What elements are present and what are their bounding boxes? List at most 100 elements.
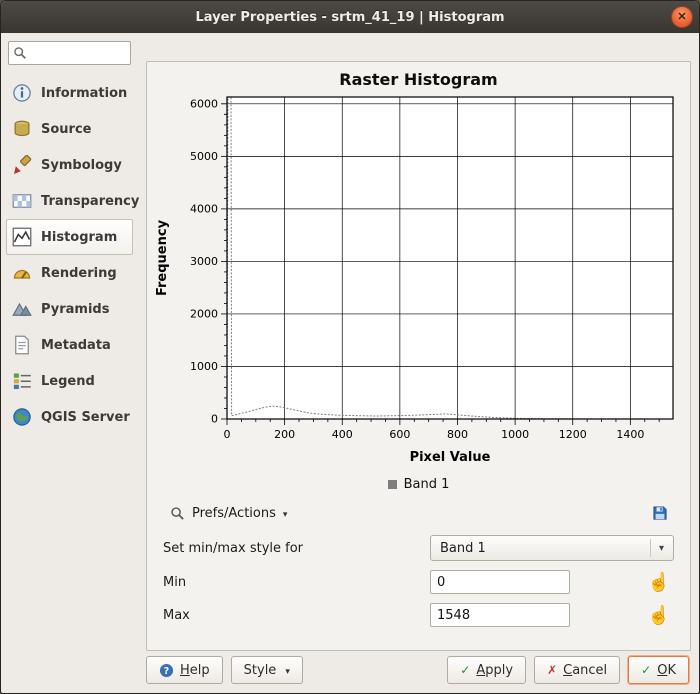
- max-field-group: ☝: [430, 603, 674, 627]
- sidebar: Information Source Symbology Transparenc…: [1, 33, 138, 693]
- sidebar-item-label: Information: [41, 86, 127, 101]
- search-icon: [13, 46, 27, 60]
- sidebar-item-label: Metadata: [41, 338, 111, 353]
- min-row: Min ☝: [163, 570, 674, 594]
- legend-icon: [11, 370, 33, 392]
- search-prefs-icon: [170, 506, 185, 521]
- sidebar-nav: Information Source Symbology Transparenc…: [6, 75, 133, 435]
- main-area: Raster Histogram 0 200 400 600 800 1000 1200 14…: [138, 33, 699, 693]
- band1-legend-label: Band 1: [404, 477, 450, 492]
- sidebar-item-label: QGIS Server: [41, 410, 130, 425]
- chevron-down-icon: ▾: [283, 510, 288, 520]
- style-button[interactable]: Style ▾: [231, 656, 303, 684]
- band-select-value: Band 1: [440, 541, 486, 556]
- histogram-icon: [11, 226, 33, 248]
- style-label: Style: [244, 663, 277, 678]
- sidebar-item-symbology[interactable]: Symbology: [6, 147, 133, 183]
- sidebar-item-qgis-server[interactable]: QGIS Server: [6, 399, 133, 435]
- svg-text:400: 400: [331, 428, 352, 441]
- sidebar-item-label: Transparency: [41, 194, 139, 209]
- symbology-icon: [11, 154, 33, 176]
- chevron-down-icon: ▾: [650, 539, 672, 557]
- apply-label: Apply: [476, 663, 513, 678]
- sidebar-item-label: Histogram: [41, 230, 117, 245]
- save-plot-button[interactable]: [646, 500, 674, 526]
- transparency-icon: [11, 190, 33, 212]
- svg-text:1200: 1200: [558, 428, 586, 441]
- sidebar-item-pyramids[interactable]: Pyramids: [6, 291, 133, 327]
- sidebar-item-histogram[interactable]: Histogram: [6, 219, 133, 255]
- svg-text:Frequency: Frequency: [155, 219, 170, 296]
- svg-text:600: 600: [389, 428, 410, 441]
- save-icon: [653, 504, 667, 522]
- set-minmax-row: Set min/max style for Band 1 ▾: [163, 535, 674, 561]
- rendering-icon: [11, 262, 33, 284]
- sidebar-item-label: Pyramids: [41, 302, 109, 317]
- pick-max-hand-icon[interactable]: ☝: [644, 606, 674, 624]
- sidebar-item-label: Source: [41, 122, 91, 137]
- info-icon: [11, 82, 33, 104]
- help-label: Help: [180, 663, 210, 678]
- svg-text:5000: 5000: [190, 150, 218, 163]
- svg-text:6000: 6000: [190, 97, 218, 110]
- svg-text:0: 0: [223, 428, 230, 441]
- check-icon: ✓: [460, 663, 470, 677]
- check-icon: ✓: [641, 663, 651, 677]
- band1-legend-swatch: [388, 480, 397, 489]
- svg-text:200: 200: [274, 428, 295, 441]
- source-icon: [11, 118, 33, 140]
- chart-title: Raster Histogram: [147, 70, 690, 89]
- band-select[interactable]: Band 1 ▾: [430, 535, 674, 561]
- sidebar-item-label: Legend: [41, 374, 95, 389]
- histogram-controls: Prefs/Actions ▾ Set min/max style for Ba…: [147, 498, 690, 635]
- set-minmax-label: Set min/max style for: [163, 541, 430, 556]
- svg-text:Pixel Value: Pixel Value: [409, 450, 490, 465]
- cancel-label: Cancel: [563, 663, 607, 678]
- sidebar-item-source[interactable]: Source: [6, 111, 133, 147]
- svg-text:1400: 1400: [616, 428, 644, 441]
- min-field-group: ☝: [430, 570, 674, 594]
- dialog-button-bar: ? Help Style ▾ ✓ Apply ✗ Cancel ✓: [146, 651, 691, 689]
- cross-icon: ✗: [547, 663, 557, 677]
- svg-text:1000: 1000: [190, 360, 218, 373]
- svg-text:1000: 1000: [501, 428, 529, 441]
- chart-legend: Band 1: [147, 477, 690, 492]
- svg-text:800: 800: [446, 428, 467, 441]
- svg-text:2000: 2000: [190, 307, 218, 320]
- metadata-icon: [11, 334, 33, 356]
- cancel-button[interactable]: ✗ Cancel: [534, 656, 620, 684]
- qgis-server-icon: [11, 406, 33, 428]
- window-title: Layer Properties - srtm_41_19 | Histogra…: [1, 10, 699, 25]
- chevron-down-icon: ▾: [285, 667, 290, 677]
- sidebar-item-information[interactable]: Information: [6, 75, 133, 111]
- max-input[interactable]: [430, 603, 570, 627]
- layer-properties-dialog: Layer Properties - srtm_41_19 | Histogra…: [0, 0, 700, 694]
- max-row: Max ☝: [163, 603, 674, 627]
- dialog-body: Information Source Symbology Transparenc…: [1, 33, 699, 693]
- sidebar-item-label: Rendering: [41, 266, 117, 281]
- prefs-row: Prefs/Actions ▾: [163, 500, 674, 526]
- prefs-actions-label: Prefs/Actions: [192, 506, 276, 521]
- ok-label: OK: [657, 663, 676, 678]
- sidebar-item-metadata[interactable]: Metadata: [6, 327, 133, 363]
- min-input[interactable]: [430, 570, 570, 594]
- close-button[interactable]: ✕: [671, 6, 693, 28]
- help-button[interactable]: ? Help: [146, 656, 223, 684]
- apply-button[interactable]: ✓ Apply: [447, 656, 526, 684]
- pyramids-icon: [11, 298, 33, 320]
- max-label: Max: [163, 608, 430, 623]
- sidebar-item-legend[interactable]: Legend: [6, 363, 133, 399]
- svg-text:?: ?: [164, 665, 169, 676]
- pick-min-hand-icon[interactable]: ☝: [644, 573, 674, 591]
- titlebar[interactable]: Layer Properties - srtm_41_19 | Histogra…: [1, 1, 699, 33]
- svg-text:3000: 3000: [190, 255, 218, 268]
- prefs-actions-button[interactable]: Prefs/Actions ▾: [163, 500, 294, 526]
- histogram-chart[interactable]: 0200400600800100012001400010002000300040…: [151, 89, 687, 477]
- sidebar-item-label: Symbology: [41, 158, 122, 173]
- histogram-panel: Raster Histogram 0 200 400 600 800 1000 1200 14…: [146, 61, 691, 651]
- sidebar-item-rendering[interactable]: Rendering: [6, 255, 133, 291]
- sidebar-item-transparency[interactable]: Transparency: [6, 183, 133, 219]
- min-label: Min: [163, 575, 430, 590]
- ok-button[interactable]: ✓ OK: [628, 656, 689, 684]
- svg-text:0: 0: [211, 413, 218, 426]
